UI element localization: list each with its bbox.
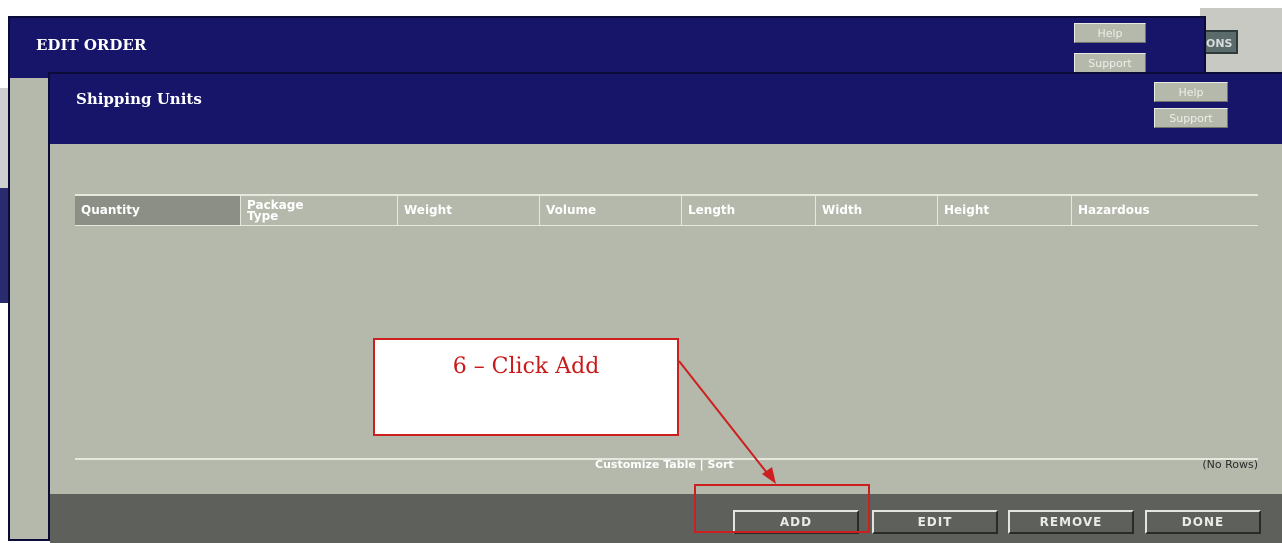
customize-table-link[interactable]: Customize Table (595, 458, 696, 471)
instruction-callout: 6 – Click Add (373, 338, 679, 436)
shipping-units-title: Shipping Units (76, 90, 202, 108)
column-header-package-type-label: Package Type (247, 197, 304, 223)
shipping-units-header: Shipping Units Help Support (50, 74, 1282, 144)
edit-order-support-button[interactable]: Support (1074, 53, 1146, 73)
shipping-units-help-button[interactable]: Help (1154, 82, 1228, 102)
sort-link[interactable]: Sort (708, 458, 734, 471)
instruction-callout-text: 6 – Click Add (452, 354, 600, 379)
edit-button[interactable]: EDIT (872, 510, 998, 534)
column-header-weight[interactable]: Weight (398, 196, 540, 225)
column-header-package-type[interactable]: Package Type (241, 196, 398, 225)
action-bar: ADD EDIT REMOVE DONE (50, 494, 1282, 543)
add-button-highlight (694, 484, 870, 533)
edit-order-title: EDIT ORDER (36, 36, 147, 54)
edit-order-help-button[interactable]: Help (1074, 23, 1146, 43)
column-header-hazardous[interactable]: Hazardous (1072, 196, 1258, 225)
footer-separator: | (699, 458, 704, 471)
background-options-button[interactable]: ONS (1204, 30, 1238, 54)
shipping-units-support-button[interactable]: Support (1154, 108, 1228, 128)
edit-order-header: EDIT ORDER Help Support (10, 18, 1204, 78)
done-button[interactable]: DONE (1145, 510, 1261, 534)
column-header-quantity[interactable]: Quantity (75, 196, 241, 225)
column-header-width[interactable]: Width (816, 196, 938, 225)
table-footer-links: Customize Table | Sort (595, 458, 734, 471)
column-header-height[interactable]: Height (938, 196, 1072, 225)
remove-button[interactable]: REMOVE (1008, 510, 1134, 534)
column-header-volume[interactable]: Volume (540, 196, 682, 225)
table-header-row: Quantity Package Type Weight Volume Leng… (75, 194, 1258, 226)
column-header-length[interactable]: Length (682, 196, 816, 225)
shipping-units-dialog: Shipping Units Help Support Quantity Pac… (48, 72, 1282, 543)
row-count-label: (No Rows) (1202, 458, 1258, 471)
